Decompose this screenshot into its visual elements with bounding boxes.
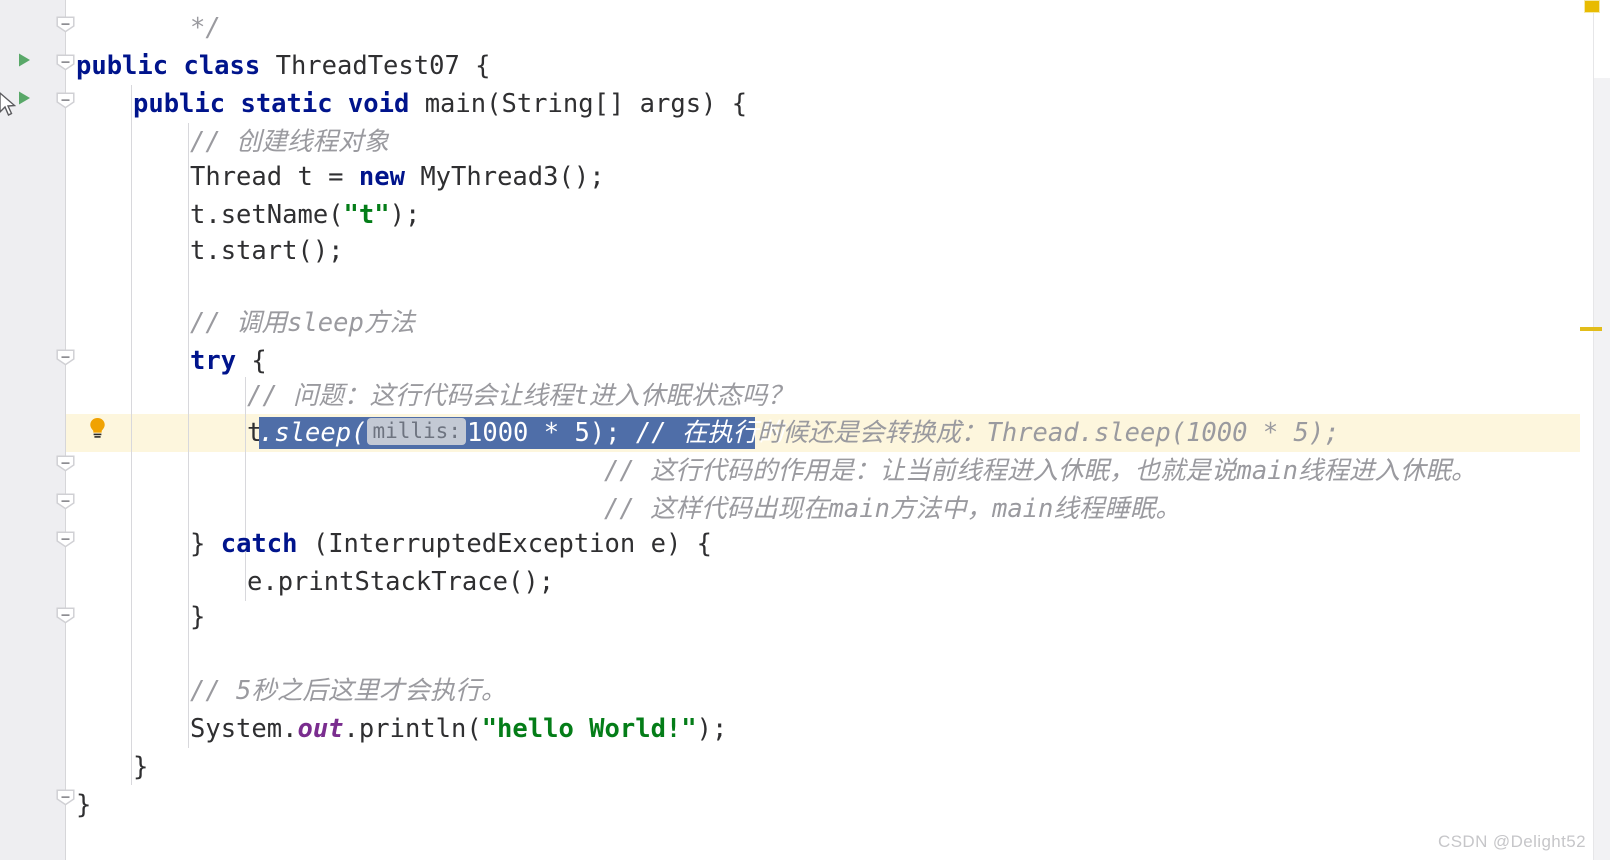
code-line[interactable]: Thread t = new MyThread3(); (0, 158, 605, 196)
warning-stripe-icon[interactable] (1584, 0, 1600, 13)
code-line[interactable]: // 问题：这行代码会让线程t进入休眠状态吗？ (0, 377, 793, 415)
code-token-cmt: // 这样代码出现在main方法中，main线程睡眠。 (604, 494, 1181, 524)
code-token-plain: t.setName( (190, 200, 344, 230)
code-token-plain: { (251, 346, 267, 376)
code-token-cmt: // 调用sleep方法 (190, 308, 415, 338)
code-token-kw: public static void (133, 89, 425, 119)
code-editor[interactable]: */public class ThreadTest07 {public stat… (0, 0, 1610, 860)
code-line[interactable]: t.start(); (0, 232, 344, 270)
code-line[interactable]: // 这行代码的作用是：让当前线程进入休眠，也就是说main线程进入休眠。 (0, 452, 1476, 490)
code-line[interactable]: } (0, 786, 91, 824)
code-token-plain: ThreadTest07 { (275, 51, 491, 81)
code-line[interactable]: */ (0, 9, 221, 47)
code-line[interactable]: public class ThreadTest07 { (0, 47, 491, 85)
code-token-plain: main(String[] args) { (424, 89, 748, 119)
code-token-cmt: // 这行代码的作用是：让当前线程进入休眠，也就是说main线程进入休眠。 (604, 456, 1477, 486)
code-line[interactable]: // 调用sleep方法 (0, 304, 415, 342)
code-token-plain: } (76, 790, 92, 820)
code-line[interactable]: System.out.println("hello World!"); (0, 710, 727, 748)
code-token-cmt: */ (190, 13, 221, 43)
code-line[interactable]: } catch (InterruptedException e) { (0, 525, 712, 563)
code-token-plain: (InterruptedException e) { (312, 529, 713, 559)
code-token-plain: } (190, 529, 221, 559)
code-token-plain: } (190, 602, 206, 632)
code-line[interactable]: // 这样代码出现在main方法中，main线程睡眠。 (0, 490, 1181, 528)
code-token-kw: new (358, 162, 421, 192)
code-line[interactable]: } (0, 748, 148, 786)
code-token-fieldit: out (297, 714, 344, 744)
code-line[interactable]: // 5秒之后这里才会执行。 (0, 672, 506, 710)
code-token-plain: System. (190, 714, 298, 744)
code-token-plain: MyThread3(); (420, 162, 605, 192)
code-token-plain: t.start(); (190, 236, 344, 266)
code-token-cmt: // 5秒之后这里才会执行。 (190, 676, 507, 706)
code-token-kw: try (190, 346, 252, 376)
code-token-plain: } (133, 752, 149, 782)
code-line[interactable]: public static void main(String[] args) { (0, 85, 747, 123)
watermark: CSDN @Delight52 (1438, 832, 1586, 851)
code-line[interactable]: // 创建线程对象 (0, 123, 389, 161)
code-token-plain: .println( (343, 714, 482, 744)
code-token-cmt: // 问题：这行代码会让线程t进入休眠状态吗？ (247, 381, 793, 411)
code-token-kw: catch (220, 529, 313, 559)
caret-position-marker[interactable] (1580, 327, 1602, 331)
code-token-plain: e.printStackTrace(); (247, 567, 555, 597)
code-token-kw: public class (76, 51, 276, 81)
vertical-scrollbar[interactable] (1594, 78, 1610, 860)
code-line[interactable]: 时候还是会转换成：Thread.sleep(1000 * 5); (0, 414, 1340, 452)
code-line[interactable]: } (0, 598, 205, 636)
code-token-str: "hello World!" (481, 714, 697, 744)
code-line[interactable]: try { (0, 342, 267, 380)
code-line[interactable]: e.printStackTrace(); (0, 563, 554, 601)
code-token-str: "t" (343, 200, 390, 230)
code-token-plain: ); (389, 200, 421, 230)
code-token-cmt: // 创建线程对象 (190, 127, 390, 157)
code-token-plain: Thread t = (190, 162, 359, 192)
code-line[interactable]: t.setName("t"); (0, 196, 420, 234)
code-token-cmt: 时候还是会转换成：Thread.sleep(1000 * 5); (757, 418, 1340, 448)
code-token-plain: ); (696, 714, 728, 744)
